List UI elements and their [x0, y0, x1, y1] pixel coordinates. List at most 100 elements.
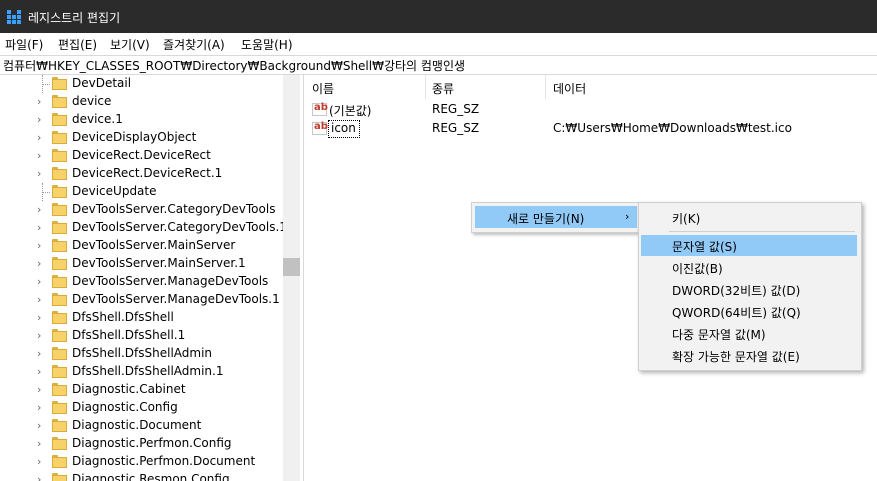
submenu-item-label: DWORD(32비트) 값(D) — [672, 284, 801, 298]
tree-item-label: DfsShell.DfsShellAdmin.1 — [72, 364, 224, 378]
chevron-right-icon[interactable]: › — [37, 438, 47, 450]
folder-icon — [52, 113, 67, 126]
folder-icon — [52, 203, 67, 216]
chevron-right-icon[interactable]: › — [37, 312, 47, 324]
tree-item[interactable]: › DevToolsServer.CategoryDevTools.1 — [0, 219, 287, 237]
tree-item-label: DeviceDisplayObject — [72, 130, 197, 144]
chevron-right-icon[interactable]: › — [37, 150, 47, 162]
folder-icon — [52, 347, 67, 360]
submenu-item-label: 문자열 값(S) — [672, 240, 737, 254]
tree-item[interactable]: › device — [0, 93, 282, 111]
menu-edit[interactable]: 편집(E) — [58, 36, 97, 53]
chevron-right-icon[interactable]: › — [37, 456, 47, 468]
tree-item[interactable]: › DeviceDisplayObject — [0, 129, 282, 147]
chevron-right-icon[interactable]: › — [37, 330, 47, 342]
submenu-item-label: 확장 가능한 문자열 값(E) — [672, 350, 800, 364]
folder-icon — [52, 257, 67, 270]
tree-item[interactable]: › DevToolsServer.CategoryDevTools — [0, 201, 282, 219]
submenu-item-binary-value[interactable]: 이진값(B) — [641, 257, 857, 278]
tree-item[interactable]: › DevToolsServer.ManageDevTools — [0, 273, 282, 291]
tree-item[interactable]: DevDetail — [0, 75, 282, 93]
tree-item[interactable]: › device.1 — [0, 111, 282, 129]
registry-icon — [7, 10, 21, 24]
tree-item[interactable]: › Diagnostic.Cabinet — [0, 381, 282, 399]
column-header-name[interactable]: 이름 — [312, 80, 334, 97]
value-row[interactable]: ab icon REG_SZ C:₩Users₩Home₩Downloads₩t… — [304, 120, 877, 138]
chevron-right-icon[interactable]: › — [37, 474, 47, 481]
tree-item[interactable]: › Diagnostic.Resmon.Config — [0, 471, 282, 481]
tree-item[interactable]: › Diagnostic.Perfmon.Document — [0, 453, 282, 471]
chevron-right-icon[interactable]: › — [37, 348, 47, 360]
chevron-right-icon[interactable]: › — [37, 384, 47, 396]
folder-icon — [52, 329, 67, 342]
menu-help[interactable]: 도움말(H) — [241, 36, 293, 53]
tree-item-label: DevToolsServer.CategoryDevTools.1 — [72, 220, 287, 234]
chevron-right-icon[interactable]: › — [37, 132, 47, 144]
tree-item[interactable]: › Diagnostic.Config — [0, 399, 282, 417]
chevron-right-icon[interactable]: › — [37, 96, 47, 108]
chevron-right-icon[interactable]: › — [37, 366, 47, 378]
menu-bar: 파일(F) 편집(E) 보기(V) 즐겨찾기(A) 도움말(H) — [0, 33, 877, 55]
value-data: C:₩Users₩Home₩Downloads₩test.ico — [553, 121, 792, 135]
folder-icon — [52, 275, 67, 288]
submenu-item-multi-string-value[interactable]: 다중 문자열 값(M) — [641, 323, 857, 344]
tree-item[interactable]: › DfsShell.DfsShellAdmin.1 — [0, 363, 282, 381]
column-separator[interactable] — [545, 75, 546, 99]
tree-item-label: device.1 — [72, 112, 123, 126]
submenu-item-key[interactable]: 키(K) — [641, 207, 857, 228]
tree-item[interactable]: › DevToolsServer.MainServer — [0, 237, 282, 255]
tree-item[interactable]: › Diagnostic.Document — [0, 417, 282, 435]
address-bar[interactable]: 컴퓨터₩HKEY_CLASSES_ROOT₩Directory₩Backgrou… — [0, 55, 877, 75]
value-type: REG_SZ — [432, 102, 480, 116]
tree-item-label: DfsShell.DfsShell — [72, 310, 174, 324]
value-row[interactable]: ab (기본값) REG_SZ — [304, 101, 877, 119]
tree-scrollbar[interactable] — [283, 75, 300, 481]
column-header-type[interactable]: 종류 — [432, 80, 454, 97]
chevron-right-icon[interactable]: › — [37, 402, 47, 414]
submenu-item-label: 키(K) — [672, 212, 701, 226]
submenu-item-string-value[interactable]: 문자열 값(S) — [641, 235, 857, 256]
submenu-item-expandable-string-value[interactable]: 확장 가능한 문자열 값(E) — [641, 345, 857, 366]
folder-icon — [52, 239, 67, 252]
menu-item-new[interactable]: 새로 만들기(N) › — [475, 206, 637, 228]
column-header-data[interactable]: 데이터 — [553, 80, 586, 97]
submenu-item-label: 이진값(B) — [672, 262, 723, 276]
chevron-right-icon[interactable]: › — [37, 420, 47, 432]
scrollbar-thumb[interactable] — [283, 258, 300, 276]
tree-item-label: Diagnostic.Cabinet — [72, 382, 186, 396]
submenu-item-dword-value[interactable]: DWORD(32비트) 값(D) — [641, 279, 857, 300]
chevron-right-icon[interactable]: › — [37, 168, 47, 180]
menu-favorites[interactable]: 즐겨찾기(A) — [163, 36, 225, 53]
chevron-right-icon[interactable]: › — [37, 240, 47, 252]
folder-icon — [52, 77, 67, 90]
tree-item[interactable]: DeviceUpdate — [0, 183, 282, 201]
submenu-item-label: 다중 문자열 값(M) — [672, 328, 766, 342]
tree-item-label: DevToolsServer.ManageDevTools.1 — [72, 292, 280, 306]
tree-item-label: DfsShell.DfsShellAdmin — [72, 346, 213, 360]
chevron-right-icon[interactable]: › — [37, 222, 47, 234]
menu-file[interactable]: 파일(F) — [5, 36, 43, 53]
chevron-right-icon[interactable]: › — [37, 114, 47, 126]
tree-item-label: Diagnostic.Perfmon.Document — [72, 454, 256, 468]
menu-separator — [669, 231, 855, 232]
chevron-right-icon[interactable]: › — [37, 258, 47, 270]
submenu-item-qword-value[interactable]: QWORD(64비트) 값(Q) — [641, 301, 857, 322]
tree-item[interactable]: › DeviceRect.DeviceRect.1 — [0, 165, 282, 183]
key-tree: DevDetail › device › device.1 › DeviceDispl… — [0, 75, 303, 481]
column-separator[interactable] — [425, 75, 426, 99]
chevron-right-icon[interactable]: › — [37, 204, 47, 216]
menu-view[interactable]: 보기(V) — [110, 36, 150, 53]
tree-item[interactable]: › DfsShell.DfsShell — [0, 309, 282, 327]
chevron-right-icon[interactable]: › — [37, 276, 47, 288]
chevron-right-icon[interactable]: › — [37, 294, 47, 306]
address-path[interactable]: 컴퓨터₩HKEY_CLASSES_ROOT₩Directory₩Backgrou… — [3, 57, 465, 74]
tree-item[interactable]: › DfsShell.DfsShellAdmin — [0, 345, 282, 363]
value-type: REG_SZ — [432, 121, 480, 135]
tree-item[interactable]: › Diagnostic.Perfmon.Config — [0, 435, 282, 453]
tree-item[interactable]: › DeviceRect.DeviceRect — [0, 147, 282, 165]
tree-item[interactable]: › DevToolsServer.MainServer.1 — [0, 255, 282, 273]
tree-item[interactable]: › DfsShell.DfsShell.1 — [0, 327, 282, 345]
tree-item-label: Diagnostic.Config — [72, 400, 178, 414]
tree-item[interactable]: › DevToolsServer.ManageDevTools.1 — [0, 291, 282, 309]
window-title: 레지스트리 편집기 — [28, 11, 121, 25]
